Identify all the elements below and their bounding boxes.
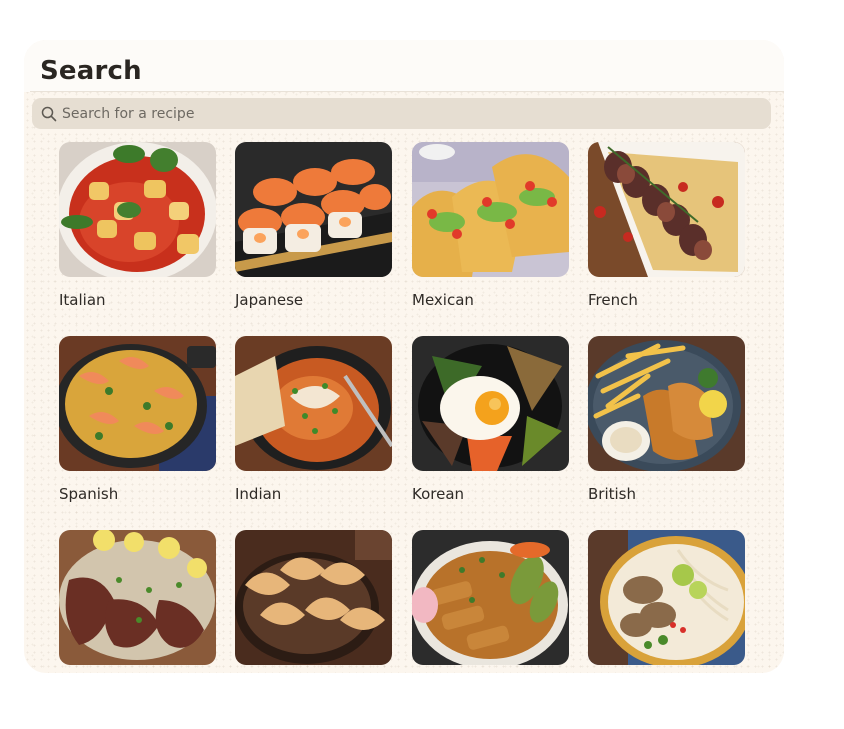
chicken-bowl-image xyxy=(412,530,569,665)
search-input[interactable] xyxy=(62,105,662,122)
cuisine-label: British xyxy=(588,485,636,503)
dumpling-dish-image xyxy=(235,530,392,665)
french-dish-image xyxy=(588,142,745,277)
cuisine-card-italian[interactable]: Italian xyxy=(59,142,216,309)
cuisine-label: Japanese xyxy=(235,291,304,309)
page-title: Search xyxy=(40,56,142,86)
korean-dish-image xyxy=(412,336,569,471)
cuisine-label: Italian xyxy=(59,291,106,309)
italian-dish-image xyxy=(59,142,216,277)
cuisine-label: Korean xyxy=(412,485,465,503)
cuisine-card-french[interactable]: French xyxy=(588,142,745,309)
indian-dish-image xyxy=(235,336,392,471)
cuisine-label: Spanish xyxy=(59,485,119,503)
search-bar[interactable] xyxy=(32,98,771,129)
cuisine-card-9[interactable] xyxy=(59,530,216,673)
british-dish-image xyxy=(588,336,745,471)
cuisine-label: Indian xyxy=(235,485,282,503)
cuisine-card-mexican[interactable]: Mexican xyxy=(412,142,569,309)
mexican-dish-image xyxy=(412,142,569,277)
cuisine-label: Mexican xyxy=(412,291,474,309)
cuisine-card-korean[interactable]: Korean xyxy=(412,336,569,503)
pho-dish-image xyxy=(588,530,745,665)
cuisine-card-12[interactable] xyxy=(588,530,745,673)
japanese-dish-image xyxy=(235,142,392,277)
search-panel: Search Search for a recipe Italian Japan… xyxy=(24,40,784,673)
cuisine-card-british[interactable]: British xyxy=(588,336,745,503)
cuisine-card-10[interactable] xyxy=(235,530,392,673)
cuisine-card-indian[interactable]: Indian xyxy=(235,336,392,503)
cuisine-card-11[interactable] xyxy=(412,530,569,673)
search-icon xyxy=(41,106,57,121)
octopus-dish-image xyxy=(59,530,216,665)
cuisine-label: French xyxy=(588,291,638,309)
cuisine-card-spanish[interactable]: Spanish xyxy=(59,336,216,503)
cuisine-card-japanese[interactable]: Japanese xyxy=(235,142,392,309)
header-divider xyxy=(30,91,784,92)
spanish-dish-image xyxy=(59,336,216,471)
